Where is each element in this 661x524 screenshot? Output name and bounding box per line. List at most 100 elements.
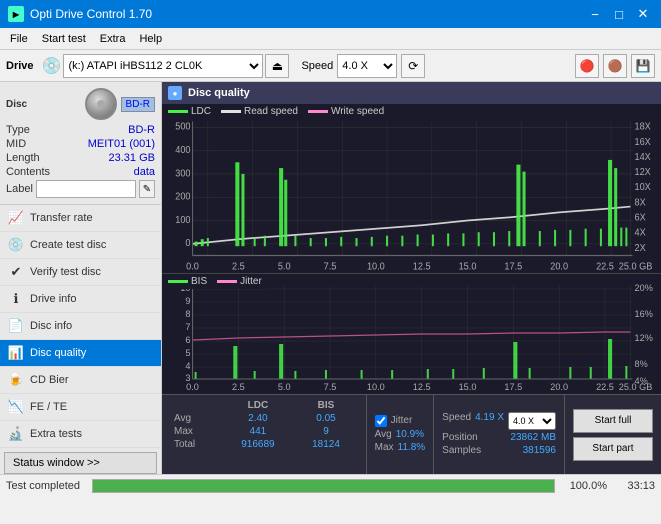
svg-text:500: 500 <box>175 121 191 133</box>
drive-label: Drive <box>6 60 34 72</box>
legend-write-speed-color <box>308 110 328 113</box>
speed-dropdown[interactable]: 4.0 X Max <box>508 412 556 430</box>
stats-max-ldc: 441 <box>221 425 294 438</box>
svg-text:17.5: 17.5 <box>504 382 522 392</box>
sidebar-item-create-test-disc[interactable]: 💿 Create test disc <box>0 232 161 259</box>
stats-avg-bis: 0.05 <box>294 412 357 425</box>
sidebar-item-drive-info[interactable]: ℹ Drive info <box>0 286 161 313</box>
disc-header-right: BD-R <box>85 88 155 120</box>
fe-te-icon: 📉 <box>8 399 24 415</box>
status-window-button[interactable]: Status window >> <box>4 452 157 474</box>
speed-select[interactable]: 4.0 X Max 2.0 X 1.0 X <box>337 54 397 78</box>
bottom-chart-area: BIS Jitter <box>162 274 661 394</box>
menu-start-test[interactable]: Start test <box>36 31 92 47</box>
toolbar: Drive 💿 (k:) ATAPI iHBS112 2 CL0K ⏏ Spee… <box>0 50 661 82</box>
svg-text:16X: 16X <box>635 136 652 148</box>
svg-text:6X: 6X <box>635 212 647 224</box>
stats-row-max: Max 441 9 <box>170 425 358 438</box>
svg-text:2.5: 2.5 <box>232 382 245 392</box>
svg-text:5.0: 5.0 <box>278 261 291 273</box>
svg-text:25.0 GB: 25.0 GB <box>619 382 653 392</box>
legend-jitter-label: Jitter <box>240 276 262 287</box>
svg-text:10X: 10X <box>635 182 652 194</box>
sidebar-item-label: CD Bier <box>30 374 69 386</box>
jitter-label: Jitter <box>391 415 413 426</box>
svg-text:15.0: 15.0 <box>459 382 477 392</box>
disc-type-label: Type <box>6 124 30 136</box>
start-full-button[interactable]: Start full <box>573 409 653 433</box>
legend-bis-label: BIS <box>191 276 207 287</box>
disc-row-contents: Contents data <box>6 166 155 178</box>
svg-text:7: 7 <box>185 322 190 332</box>
disc-contents-label: Contents <box>6 166 50 178</box>
jitter-max-row: Max 11.8% <box>375 442 426 453</box>
status-time: 33:13 <box>615 480 655 492</box>
progress-bar-fill <box>93 480 554 492</box>
sidebar-item-transfer-rate[interactable]: 📈 Transfer rate <box>0 205 161 232</box>
menu-extra[interactable]: Extra <box>94 31 132 47</box>
toolbar-btn-2[interactable]: 🟤 <box>603 54 627 78</box>
legend-ldc: LDC <box>168 106 211 117</box>
disc-label-label: Label <box>6 183 33 195</box>
title-bar: ▶ Opti Drive Control 1.70 − □ ✕ <box>0 0 661 28</box>
sidebar-item-disc-info[interactable]: 📄 Disc info <box>0 313 161 340</box>
sidebar-item-extra-tests[interactable]: 🔬 Extra tests <box>0 421 161 448</box>
svg-text:22.5: 22.5 <box>596 261 614 273</box>
speed-icon-button[interactable]: ⟳ <box>401 54 425 78</box>
svg-text:10.0: 10.0 <box>367 382 385 392</box>
svg-text:2X: 2X <box>635 242 647 254</box>
status-bar: Test completed 100.0% 33:13 <box>0 474 661 496</box>
disc-quality-icon: 📊 <box>8 345 24 361</box>
disc-label-input[interactable] <box>36 180 136 198</box>
sidebar-item-label: Verify test disc <box>30 266 101 278</box>
close-button[interactable]: ✕ <box>633 4 653 24</box>
maximize-button[interactable]: □ <box>609 4 629 24</box>
svg-text:0.0: 0.0 <box>186 382 199 392</box>
toolbar-btn-1[interactable]: 🔴 <box>575 54 599 78</box>
stats-col-empty <box>170 399 221 412</box>
top-chart-svg: 500 400 300 200 100 0 18X 16X 14X 12X 10… <box>162 104 661 273</box>
svg-text:0: 0 <box>185 238 191 250</box>
disc-length-value: 23.31 GB <box>109 152 155 164</box>
status-percent: 100.0% <box>567 480 607 492</box>
drive-select[interactable]: (k:) ATAPI iHBS112 2 CL0K <box>63 54 263 78</box>
svg-text:8%: 8% <box>635 359 648 369</box>
sidebar-item-label: Drive info <box>30 293 76 305</box>
position-key: Position <box>442 432 478 443</box>
menu-file[interactable]: File <box>4 31 34 47</box>
disc-thumbnail <box>85 88 117 120</box>
status-window-area: Status window >> <box>0 448 161 474</box>
window-controls: − □ ✕ <box>585 4 653 24</box>
label-edit-button[interactable]: ✎ <box>139 180 155 198</box>
svg-text:5: 5 <box>185 348 190 358</box>
sidebar-item-fe-te[interactable]: 📉 FE / TE <box>0 394 161 421</box>
eject-button[interactable]: ⏏ <box>265 54 289 78</box>
title-bar-left: ▶ Opti Drive Control 1.70 <box>8 6 152 22</box>
minimize-button[interactable]: − <box>585 4 605 24</box>
disc-quality-header-icon: ● <box>168 86 182 100</box>
svg-text:200: 200 <box>175 191 191 203</box>
jitter-checkbox[interactable] <box>375 415 387 427</box>
sidebar-item-verify-test-disc[interactable]: ✔ Verify test disc <box>0 259 161 286</box>
jitter-avg-value: 10.9% <box>396 429 424 440</box>
speed-row: Speed 4.19 X 4.0 X Max <box>442 412 556 430</box>
menu-help[interactable]: Help <box>133 31 168 47</box>
stats-max-bis: 9 <box>294 425 357 438</box>
start-part-button[interactable]: Start part <box>573 437 653 461</box>
sidebar-item-cd-bier[interactable]: 🍺 CD Bier <box>0 367 161 394</box>
stats-col-bis: BIS <box>294 399 357 412</box>
drive-info-icon: ℹ <box>8 291 24 307</box>
svg-text:20%: 20% <box>635 283 653 293</box>
toolbar-btn-save[interactable]: 💾 <box>631 54 655 78</box>
sidebar-item-disc-quality[interactable]: 📊 Disc quality <box>0 340 161 367</box>
samples-key: Samples <box>442 445 481 456</box>
top-chart-area: LDC Read speed Write speed <box>162 104 661 274</box>
svg-text:12.5: 12.5 <box>413 382 431 392</box>
jitter-section: Jitter Avg 10.9% Max 11.8% <box>366 395 434 474</box>
disc-type-value: BD-R <box>128 124 155 136</box>
position-val: 23862 MB <box>510 432 556 443</box>
svg-text:0.0: 0.0 <box>186 261 199 273</box>
disc-row-type: Type BD-R <box>6 124 155 136</box>
disc-info-header: Disc BD-R <box>6 88 155 120</box>
disc-quality-title: Disc quality <box>188 87 250 99</box>
